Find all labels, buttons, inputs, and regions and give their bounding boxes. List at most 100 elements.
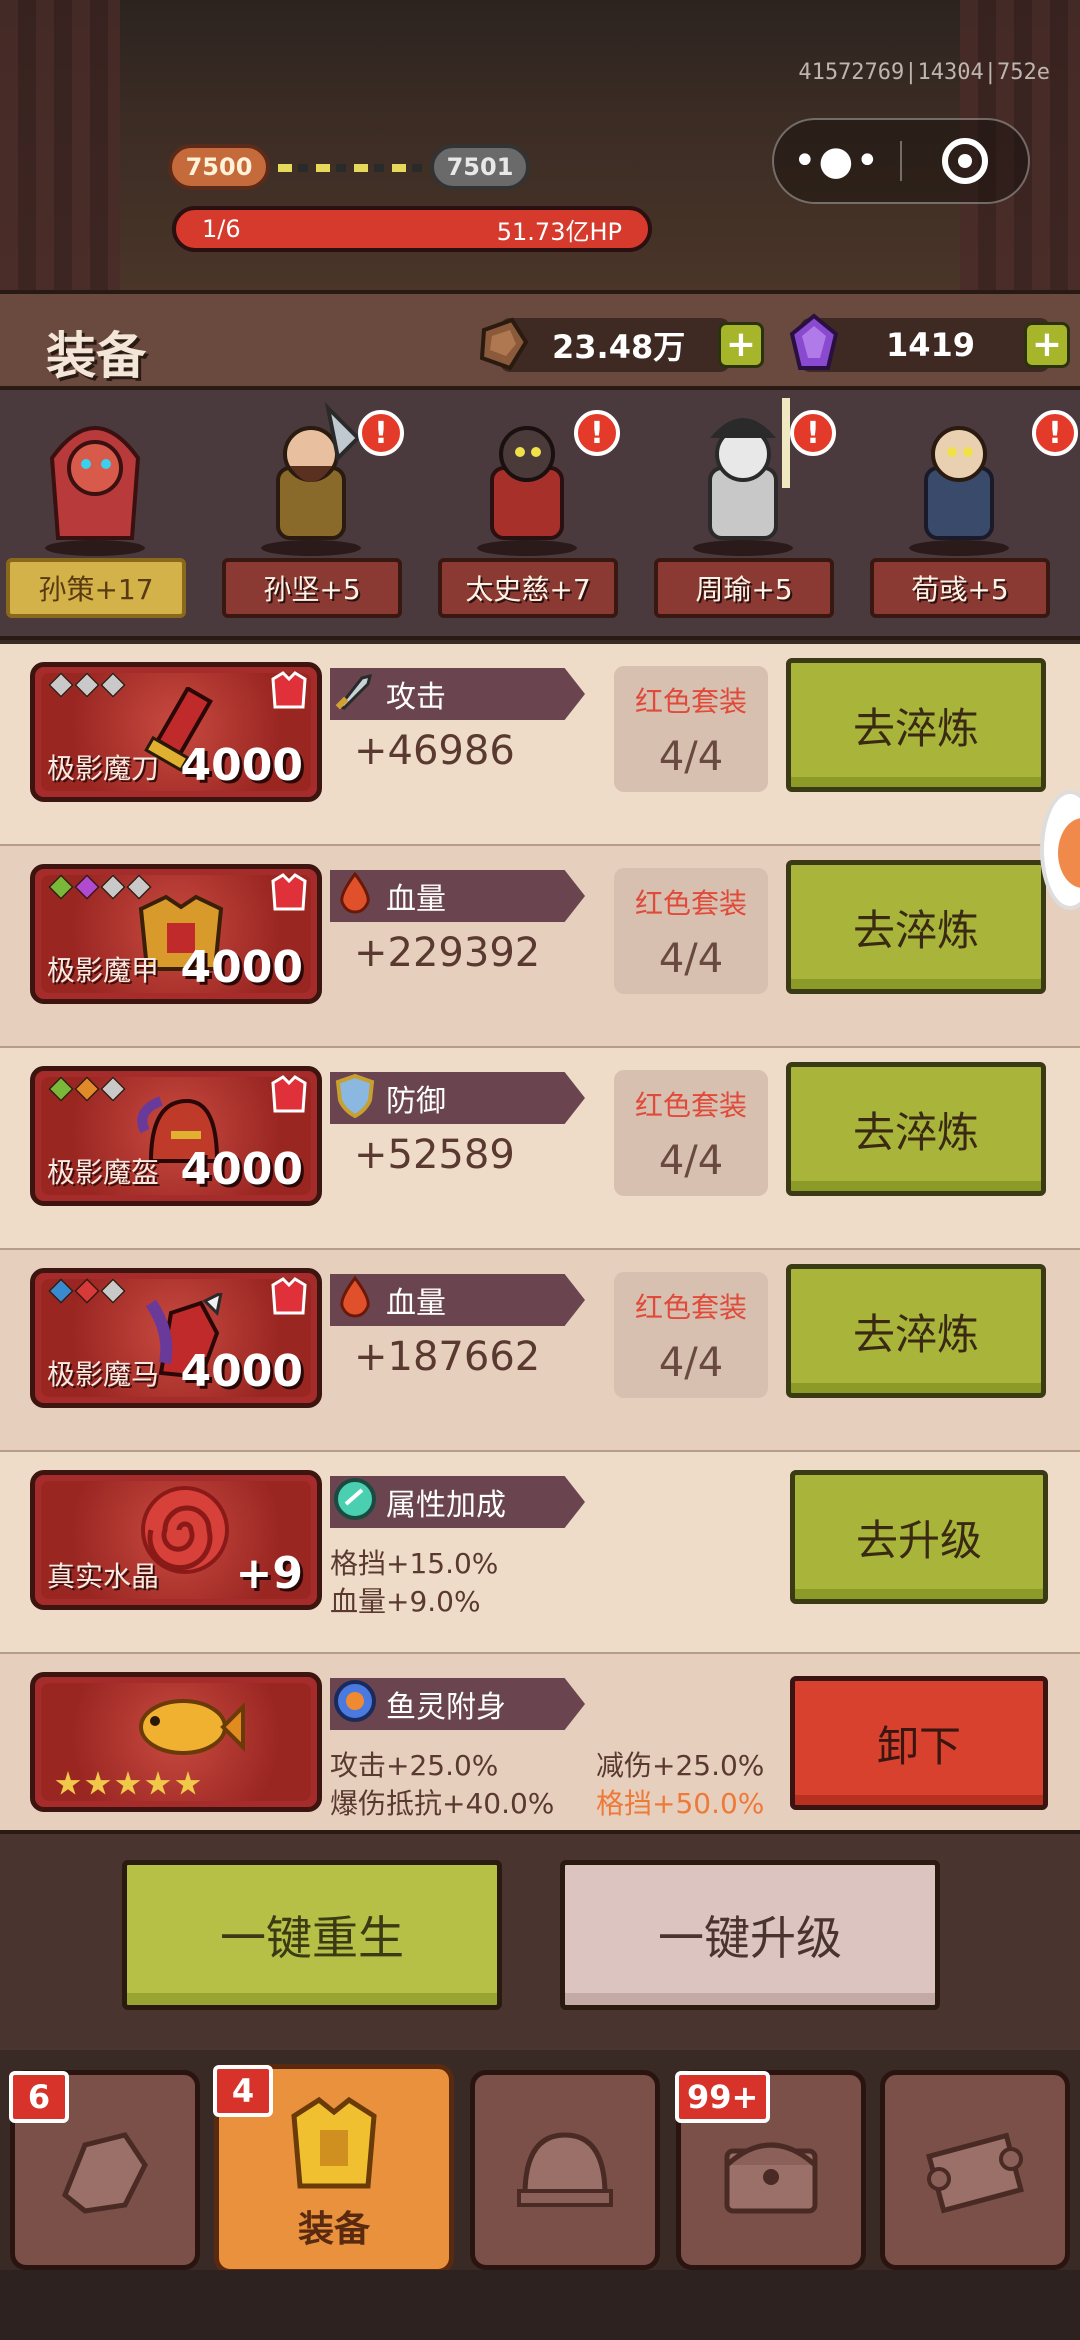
add-gem-button[interactable]: + (1024, 322, 1070, 368)
bottom-navigation: 6 装备 4 99+ (0, 2050, 1080, 2340)
weapon-card[interactable]: 极影魔刀 4000 (30, 662, 322, 802)
upgrade-alert-icon: ! (574, 410, 620, 456)
bonus-line: 爆伤抵抗+40.0% (330, 1787, 555, 1820)
blood-drop-icon (340, 1275, 370, 1318)
star-icon (55, 1771, 81, 1795)
armor-card[interactable]: 极影魔甲 4000 (30, 864, 322, 1004)
equipment-name: 极影魔马 (47, 1358, 160, 1391)
boss-hp-bar: 1/6 51.73亿HP (172, 206, 652, 252)
equipment-level: 4000 (180, 1144, 303, 1195)
set-count: 4/4 (658, 1340, 724, 1386)
nav-tab-helmet[interactable] (470, 2070, 660, 2270)
set-label: 红色套装 (634, 685, 747, 718)
nav-tab-gear[interactable]: 6 (9, 2070, 200, 2270)
bonus-line: 格挡+15.0% (330, 1547, 499, 1580)
stat-value: +52589 (354, 1132, 515, 1178)
equipment-row-helmet: 极影魔盔 4000 防御 +52589 红色套装 4/4 去淬炼 (0, 1048, 1080, 1250)
nav-tab-scroll[interactable] (880, 2070, 1070, 2270)
refine-button[interactable]: 去淬炼 (786, 860, 1046, 994)
upgrade-button[interactable]: 去升级 (790, 1470, 1048, 1604)
hero-card-xunyu[interactable]: ! 荀彧+5 (864, 390, 1080, 630)
equipment-name: 极影魔盔 (47, 1156, 160, 1189)
red-armor-icon (271, 1277, 307, 1315)
equipment-name: 真实水晶 (47, 1560, 160, 1593)
bonus-line: 减伤+25.0% (596, 1749, 765, 1782)
crystal-card[interactable]: 真实水晶 +9 (30, 1470, 322, 1610)
horse-card[interactable]: 极影魔马 4000 (30, 1268, 322, 1408)
bonus-line: 血量+9.0% (330, 1585, 481, 1618)
helmet-icon (517, 2132, 613, 2207)
fish-spirit-icon (334, 1680, 376, 1722)
bonus-line-highlight: 格挡+50.0% (596, 1787, 765, 1820)
upgrade-all-button[interactable]: 一键升级 (560, 1860, 940, 2010)
hero-card-sunjian[interactable]: ! 孙坚+5 (216, 390, 406, 630)
equipment-level: +9 (235, 1548, 303, 1599)
tab-badge: 99+ (675, 2071, 771, 2123)
hero-card-taishici[interactable]: ! 太史慈+7 (432, 390, 622, 630)
hero-name: 孙坚+5 (222, 558, 402, 618)
close-program-button[interactable] (902, 138, 1028, 184)
red-armor-icon (271, 671, 307, 709)
fish-spirit-card[interactable] (30, 1672, 322, 1812)
gauntlet-icon (61, 2132, 148, 2214)
nav-tab-chest[interactable]: 99+ (675, 2070, 866, 2270)
equipment-list: 极影魔刀 4000 攻击 +46986 红色套装 4/4 去淬炼 极影魔甲 40… (0, 644, 1080, 1854)
hero-card-sunce[interactable]: 孙策+17 (0, 390, 190, 630)
gem-amount: 1419 (886, 326, 976, 364)
star-gems (48, 672, 126, 698)
add-ore-button[interactable]: + (718, 322, 764, 368)
set-count: 4/4 (658, 1138, 724, 1184)
stat-value: +229392 (354, 930, 541, 976)
star-rating (55, 1771, 201, 1797)
equipment-row-horse: 极影魔马 4000 血量 +187662 红色套装 4/4 去淬炼 (0, 1250, 1080, 1452)
set-label: 红色套装 (634, 887, 747, 920)
tab-badge: 6 (9, 2071, 69, 2123)
treasure-chest-icon (724, 2142, 818, 2214)
refine-button[interactable]: 去淬炼 (786, 658, 1046, 792)
red-armor-icon (271, 873, 307, 911)
star-icon (115, 1771, 141, 1795)
ore-icon (479, 317, 529, 371)
session-code: 41572769|14304|752e (798, 60, 1050, 85)
stat-value: +46986 (354, 728, 515, 774)
tab-label: 装备 (297, 2209, 370, 2250)
hero-name: 孙策+17 (6, 558, 186, 618)
equipment-row-weapon: 极影魔刀 4000 攻击 +46986 红色套装 4/4 去淬炼 (0, 644, 1080, 846)
hero-name: 荀彧+5 (870, 558, 1050, 618)
red-armor-icon (271, 1075, 307, 1113)
hero-name: 周瑜+5 (654, 558, 834, 618)
refine-button[interactable]: 去淬炼 (786, 1062, 1046, 1196)
tab-badge: 4 (213, 2065, 273, 2117)
system-home-bar (0, 2270, 1080, 2340)
bonus-line: 攻击+25.0% (330, 1749, 499, 1782)
hero-name: 太史慈+7 (438, 558, 618, 618)
shield-icon (335, 1073, 375, 1118)
hero-portrait-icon (45, 426, 145, 556)
purple-crystal-icon (789, 313, 839, 370)
golden-armor-icon (291, 2096, 377, 2189)
set-count: 4/4 (658, 936, 724, 982)
set-count: 4/4 (658, 734, 724, 780)
nav-tab-equipment[interactable]: 装备 4 (213, 2064, 454, 2274)
rebirth-all-button[interactable]: 一键重生 (122, 1860, 502, 2010)
set-bonus-box: 红色套装 4/4 (614, 1070, 768, 1196)
stat-value: +187662 (354, 1334, 541, 1380)
equipment-name: 极影魔刀 (47, 752, 160, 785)
hero-card-zhouyu[interactable]: ! 周瑜+5 (648, 390, 838, 630)
hero-selector: 孙策+17 ! 孙坚+5 ! 太史慈+7 ! 周瑜+5 ! 荀彧+5 (0, 390, 1080, 640)
bulk-actions: 一键重生 一键升级 (0, 1830, 1080, 2050)
unequip-button[interactable]: 卸下 (790, 1676, 1048, 1810)
equipment-row-armor: 极影魔甲 4000 血量 +229392 红色套装 4/4 去淬炼 (0, 846, 1080, 1048)
star-icon (175, 1771, 201, 1795)
next-stage-badge: 7501 (430, 144, 530, 190)
sword-icon (335, 673, 373, 710)
helmet-card[interactable]: 极影魔盔 4000 (30, 1066, 322, 1206)
target-icon (942, 138, 988, 184)
refine-button[interactable]: 去淬炼 (786, 1264, 1046, 1398)
equipment-name: 极影魔甲 (47, 954, 160, 987)
equipment-row-crystal: 真实水晶 +9 属性加成 格挡+15.0% 血量+9.0% 去升级 (0, 1452, 1080, 1654)
set-label: 红色套装 (634, 1291, 747, 1324)
attribute-orb-icon (334, 1478, 376, 1520)
more-menu-icon[interactable]: •●• (774, 138, 900, 184)
current-stage-badge: 7500 (168, 144, 270, 190)
